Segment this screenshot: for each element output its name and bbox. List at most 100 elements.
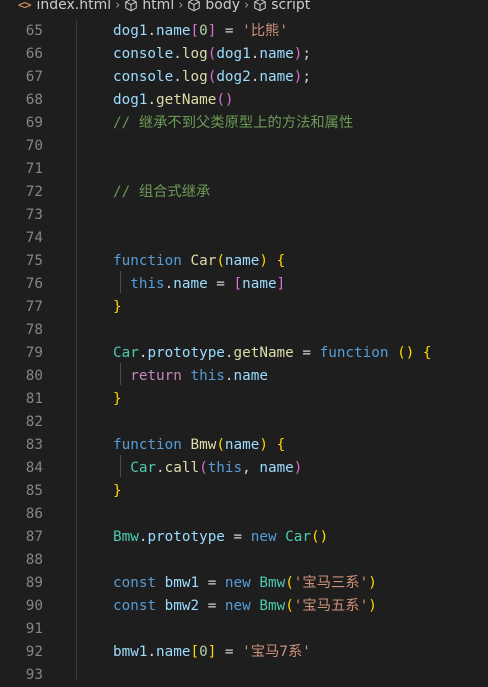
- line-code: const bmw1 = new Bmw('宝马三系'): [113, 572, 377, 595]
- code-line[interactable]: 83 function Bmw(name) {: [0, 434, 488, 457]
- code-line[interactable]: 93: [0, 664, 488, 687]
- code-token: .: [147, 92, 157, 108]
- code-line[interactable]: 79 Car.prototype.getName = function () {: [0, 342, 488, 365]
- code-token: new: [224, 575, 251, 591]
- code-line[interactable]: 74: [0, 227, 488, 250]
- line-number: 90: [25, 598, 43, 614]
- line-code: bmw1.name[0] = '宝马7系': [113, 641, 311, 664]
- code-token: .: [173, 69, 182, 85]
- code-token: (: [285, 575, 294, 591]
- code-line[interactable]: 85}: [0, 480, 488, 503]
- line-code: return this.name: [113, 365, 268, 388]
- code-token: .: [147, 644, 157, 660]
- code-token: Car: [190, 253, 217, 269]
- code-line[interactable]: 78: [0, 319, 488, 342]
- code-line[interactable]: 92 bmw1.name[0] = '宝马7系': [0, 641, 488, 664]
- code-token: dog1: [113, 92, 148, 108]
- line-number: 74: [25, 230, 43, 246]
- code-token: .: [173, 46, 182, 62]
- line-code: // 继承不到父类原型上的方法和属性: [113, 112, 353, 135]
- code-token: ,: [242, 460, 260, 476]
- code-line[interactable]: 81}: [0, 388, 488, 411]
- code-token: getName: [233, 345, 294, 361]
- code-line[interactable]: 73: [0, 204, 488, 227]
- code-token: Car: [130, 460, 157, 476]
- code-line[interactable]: 65 dog1.name[0] = '比熊': [0, 20, 488, 43]
- code-line[interactable]: 75 function Car(name) {: [0, 250, 488, 273]
- code-line[interactable]: 84 Car.call(this, name): [0, 457, 488, 480]
- code-line[interactable]: 82: [0, 411, 488, 434]
- code-line[interactable]: 77}: [0, 296, 488, 319]
- code-token: call: [164, 460, 200, 476]
- code-line[interactable]: 87 Bmw.prototype = new Car(): [0, 526, 488, 549]
- line-number: 92: [25, 644, 43, 660]
- code-token: name: [233, 368, 268, 384]
- breadcrumb-body[interactable]: body: [187, 0, 240, 13]
- line-code: dog1.getName(): [113, 89, 234, 112]
- line-number: 71: [25, 161, 43, 177]
- code-token: }: [113, 299, 122, 315]
- line-code: function Car(name) {: [113, 250, 285, 273]
- line-number: 70: [25, 138, 43, 154]
- line-number: 87: [25, 529, 43, 545]
- code-token: ): [368, 575, 377, 591]
- code-line[interactable]: 66 console.log(dog1.name);: [0, 43, 488, 66]
- breadcrumb-html[interactable]: html: [124, 0, 174, 13]
- line-number: 69: [25, 115, 43, 131]
- code-token: bmw1: [113, 644, 148, 660]
- code-line[interactable]: 70: [0, 135, 488, 158]
- code-line[interactable]: 67 console.log(dog2.name);: [0, 66, 488, 89]
- code-token: {: [276, 437, 286, 453]
- code-token: return: [130, 368, 182, 384]
- code-token: (: [285, 598, 294, 614]
- code-token: ): [259, 253, 268, 269]
- code-line[interactable]: 88: [0, 549, 488, 572]
- code-token: bmw1: [164, 575, 200, 591]
- line-number: 91: [25, 621, 43, 637]
- breadcrumb-script[interactable]: script: [253, 0, 310, 13]
- code-line[interactable]: 68 dog1.getName(): [0, 89, 488, 112]
- code-line[interactable]: 69 // 继承不到父类原型上的方法和属性: [0, 112, 488, 135]
- code-token: const: [113, 575, 157, 591]
- line-code: console.log(dog1.name);: [113, 43, 311, 66]
- code-line[interactable]: 72 // 组合式继承: [0, 181, 488, 204]
- code-token: name: [259, 460, 294, 476]
- code-token: console: [113, 69, 174, 85]
- line-code: this.name = [name]: [113, 273, 285, 296]
- code-line[interactable]: 86: [0, 503, 488, 526]
- code-token: (: [216, 253, 225, 269]
- code-token: name: [242, 276, 277, 292]
- code-editor[interactable]: 65 dog1.name[0] = '比熊' 66 console.log(dog1.…: [0, 20, 488, 687]
- code-line[interactable]: 80 return this.name: [0, 365, 488, 388]
- code-line[interactable]: 89 const bmw1 = new Bmw('宝马三系'): [0, 572, 488, 595]
- code-token: (): [397, 345, 415, 361]
- code-token: 0: [199, 644, 208, 660]
- line-number: 89: [25, 575, 43, 591]
- line-number: 82: [25, 414, 43, 430]
- code-token: new: [224, 598, 251, 614]
- code-line[interactable]: 71: [0, 158, 488, 181]
- code-token: this: [130, 276, 165, 292]
- line-code: Bmw.prototype = new Car(): [113, 526, 328, 549]
- code-token: '比熊': [242, 23, 288, 39]
- breadcrumb-file[interactable]: <> index.html: [18, 0, 111, 13]
- code-token: [: [190, 23, 200, 39]
- breadcrumb-html-label: html: [142, 0, 175, 13]
- code-token: Bmw: [113, 529, 139, 545]
- breadcrumb-file-label: index.html: [36, 0, 112, 13]
- code-token: ]: [276, 276, 286, 292]
- code-line[interactable]: 91: [0, 618, 488, 641]
- code-token: '宝马五系': [293, 598, 369, 614]
- code-token: function: [113, 253, 182, 269]
- code-line[interactable]: 90 const bmw2 = new Bmw('宝马五系'): [0, 595, 488, 618]
- code-line[interactable]: 76 this.name = [name]: [0, 273, 488, 296]
- line-number: 81: [25, 391, 43, 407]
- line-number: 75: [25, 253, 43, 269]
- code-token: ;: [302, 46, 312, 62]
- chevron-right-icon: ›: [244, 0, 250, 13]
- code-token: dog2: [216, 69, 251, 85]
- code-token: this: [207, 460, 243, 476]
